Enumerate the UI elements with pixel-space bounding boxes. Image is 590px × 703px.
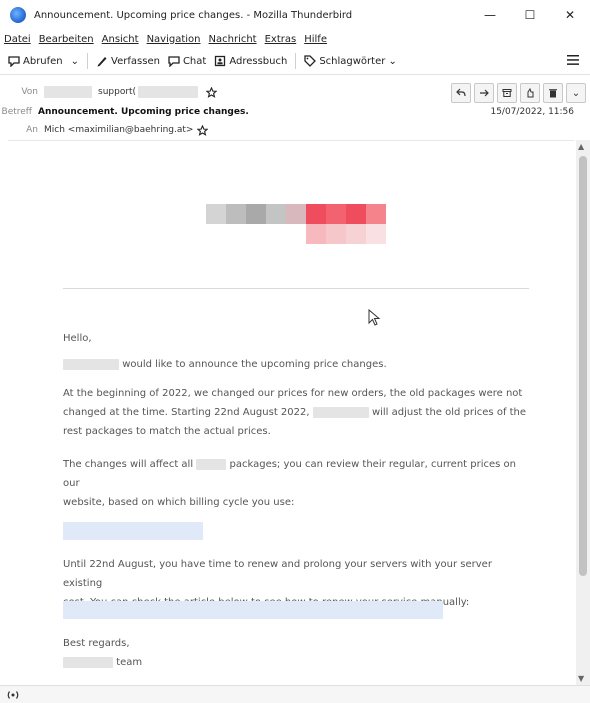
redacted-company-name: [63, 656, 113, 668]
redacted-company-name: [312, 406, 369, 418]
paragraph-1-line-3: rest packages to match the actual prices…: [63, 426, 271, 437]
greeting: Hello,: [63, 333, 92, 344]
tags-button[interactable]: Schlagwörter ⌄: [304, 55, 397, 67]
toolbar-separator: [295, 53, 297, 69]
menu-nachricht[interactable]: Nachricht: [209, 34, 257, 45]
redacted-article-link[interactable]: [63, 601, 443, 619]
compose-button[interactable]: Verfassen: [96, 55, 160, 67]
intro-line: would like to announce the upcoming pric…: [63, 355, 533, 374]
from-value[interactable]: support(: [98, 87, 136, 97]
window-title: Announcement. Upcoming price changes. - …: [34, 9, 353, 21]
menu-navigation[interactable]: Navigation: [147, 34, 201, 45]
toolbar-separator: [87, 53, 89, 69]
address-book-button[interactable]: Adressbuch: [214, 55, 287, 67]
compose-label: Verfassen: [111, 55, 160, 67]
redacted-sender-domain: [138, 86, 199, 98]
status-bar: [0, 685, 590, 703]
chat-icon: [168, 56, 180, 67]
reply-button[interactable]: [451, 83, 471, 103]
tag-icon: [304, 55, 317, 67]
trash-icon: [549, 89, 557, 98]
menu-ansicht[interactable]: Ansicht: [102, 34, 139, 45]
paragraph-3-line-1: Until 22nd August, you have time to rene…: [63, 559, 492, 589]
message-actions: ⌄: [448, 83, 586, 103]
scroll-down-icon[interactable]: ▼: [578, 674, 584, 683]
intro-text: would like to announce the upcoming pric…: [122, 359, 387, 370]
archive-icon: [502, 89, 512, 97]
star-icon[interactable]: [197, 124, 209, 136]
closing: Best regards,: [63, 638, 130, 649]
menu-bar: Datei Bearbeiten Ansicht Navigation Nach…: [0, 30, 590, 48]
redacted-company-logo: [206, 204, 386, 244]
redacted-sender-name: [44, 86, 92, 98]
to-label: An: [26, 125, 38, 135]
paragraph-2-line-2: website, based on which billing cycle yo…: [63, 497, 295, 508]
get-mail-button[interactable]: Abrufen: [8, 55, 63, 67]
chevron-down-icon: ⌄: [571, 87, 581, 99]
scroll-up-icon[interactable]: ▲: [578, 142, 584, 151]
more-actions-button[interactable]: ⌄: [566, 83, 586, 103]
menu-bearbeiten[interactable]: Bearbeiten: [39, 34, 94, 45]
delete-button[interactable]: [543, 83, 563, 103]
thunderbird-icon: [10, 7, 26, 23]
paragraph-1-line-1: At the beginning of 2022, we changed our…: [63, 388, 523, 399]
subject-row: Betreff Announcement. Upcoming price cha…: [0, 105, 584, 119]
message-scrollbar[interactable]: ▲ ▼: [576, 140, 590, 685]
menu-hilfe[interactable]: Hilfe: [304, 34, 327, 45]
message-body: Hello, would like to announce the upcomi…: [8, 140, 574, 686]
to-value[interactable]: Mich <maximilian@baehring.at>: [44, 125, 193, 135]
get-mail-dropdown[interactable]: ⌄: [71, 56, 79, 67]
menu-extras[interactable]: Extras: [265, 34, 297, 45]
archive-button[interactable]: [497, 83, 517, 103]
scroll-thumb[interactable]: [579, 156, 587, 576]
forward-icon: [480, 89, 489, 97]
paragraph-1-line-2: changed at the time. Starting 22nd Augus…: [63, 403, 533, 422]
paragraph-1-line-2-start: changed at the time. Starting 22nd Augus…: [63, 407, 310, 418]
redacted-company-name: [63, 358, 119, 370]
mouse-cursor-icon: [368, 309, 381, 326]
close-button[interactable]: ✕: [550, 0, 590, 30]
junk-icon: [527, 88, 534, 98]
pen-icon: [97, 57, 107, 67]
address-book-icon: [215, 55, 226, 67]
signature: team: [63, 653, 533, 672]
signature-team: team: [116, 657, 143, 668]
to-row: An Mich <maximilian@baehring.at>: [0, 123, 590, 137]
maximize-button[interactable]: ☐: [510, 0, 550, 30]
subject-text: Announcement. Upcoming price changes.: [38, 107, 249, 117]
online-status-icon[interactable]: [6, 690, 20, 700]
junk-button[interactable]: [520, 83, 540, 103]
minimize-button[interactable]: —: [470, 0, 510, 30]
forward-button[interactable]: [474, 83, 494, 103]
get-mail-icon: [8, 56, 20, 67]
message-date: 15/07/2022, 11:56: [490, 107, 574, 117]
chat-button[interactable]: Chat: [168, 55, 206, 67]
menu-datei[interactable]: Datei: [4, 34, 31, 45]
hamburger-icon[interactable]: [566, 53, 580, 67]
paragraph-1: At the beginning of 2022, we changed our…: [63, 384, 533, 441]
from-label: Von: [21, 87, 38, 97]
chat-label: Chat: [182, 55, 207, 67]
window-controls: — ☐ ✕: [470, 0, 590, 30]
subject-label: Betreff: [1, 107, 32, 117]
redacted-company-name: [196, 458, 227, 470]
paragraph-2: The changes will affect all packages; yo…: [63, 455, 533, 512]
tags-label: Schlagwörter ⌄: [319, 55, 397, 67]
chevron-down-icon: ⌄: [70, 55, 80, 67]
main-toolbar: Abrufen ⌄ Verfassen Chat Adressbuch Schl…: [0, 48, 590, 75]
paragraph-1-line-2-end: will adjust the old prices of the: [371, 407, 527, 418]
address-book-label: Adressbuch: [229, 55, 288, 67]
paragraph-2-line-1-start: The changes will affect all: [63, 459, 194, 470]
divider: [63, 288, 529, 289]
star-icon[interactable]: [206, 86, 218, 98]
get-mail-label: Abrufen: [23, 55, 63, 67]
title-bar: Announcement. Upcoming price changes. - …: [0, 0, 590, 31]
reply-icon: [456, 88, 466, 97]
redacted-pricing-link[interactable]: [63, 522, 203, 540]
paragraph-2-line-1: The changes will affect all packages; yo…: [63, 455, 533, 493]
